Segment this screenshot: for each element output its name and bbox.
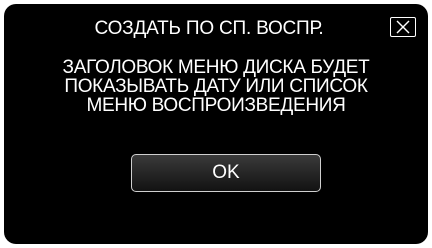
message-line-1: ЗАГОЛОВОК МЕНЮ ДИСКА БУДЕТ bbox=[62, 57, 370, 78]
dialog-screen: СОЗДАТЬ ПО СП. ВОСПР. ЗАГОЛОВОК МЕНЮ ДИС… bbox=[4, 4, 428, 244]
dialog-title: СОЗДАТЬ ПО СП. ВОСПР. bbox=[94, 18, 324, 39]
message-line-3: МЕНЮ ВОСПРОИЗВЕДЕНИЯ bbox=[86, 95, 346, 116]
close-icon bbox=[396, 20, 410, 34]
close-button[interactable] bbox=[390, 17, 416, 37]
ok-button[interactable]: OK bbox=[131, 154, 321, 192]
dialog-message: ЗАГОЛОВОК МЕНЮ ДИСКА БУДЕТ ПОКАЗЫВАТЬ ДА… bbox=[24, 58, 408, 115]
message-line-2: ПОКАЗЫВАТЬ ДАТУ ИЛИ СПИСОК bbox=[64, 76, 368, 97]
